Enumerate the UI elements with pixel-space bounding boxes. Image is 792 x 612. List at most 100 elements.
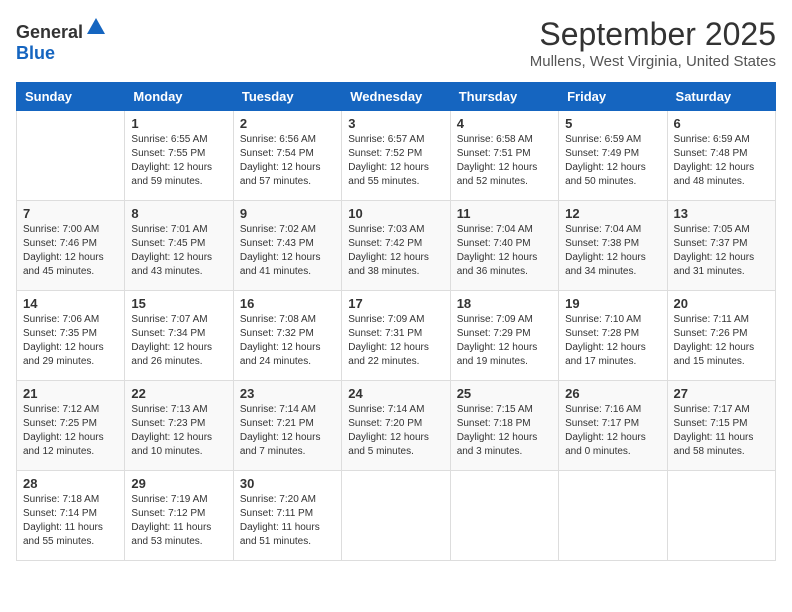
day-info: Sunrise: 7:02 AM Sunset: 7:43 PM Dayligh… bbox=[240, 223, 335, 279]
day-number: 22 bbox=[131, 386, 226, 401]
day-number: 24 bbox=[348, 386, 443, 401]
day-number: 20 bbox=[674, 296, 769, 311]
day-number: 5 bbox=[565, 116, 660, 131]
day-info: Sunrise: 7:13 AM Sunset: 7:23 PM Dayligh… bbox=[131, 403, 226, 459]
day-number: 14 bbox=[23, 296, 118, 311]
day-info: Sunrise: 7:04 AM Sunset: 7:38 PM Dayligh… bbox=[565, 223, 660, 279]
calendar-table: SundayMondayTuesdayWednesdayThursdayFrid… bbox=[16, 82, 776, 561]
calendar-cell: 9 Sunrise: 7:02 AM Sunset: 7:43 PM Daylig… bbox=[233, 201, 341, 291]
day-number: 8 bbox=[131, 206, 226, 221]
logo-blue: Blue bbox=[16, 43, 55, 63]
calendar-cell: 3 Sunrise: 6:57 AM Sunset: 7:52 PM Daylig… bbox=[342, 111, 450, 201]
weekday-header-thursday: Thursday bbox=[450, 83, 558, 111]
calendar-cell: 29Sunrise: 7:19 AM Sunset: 7:12 PM Dayli… bbox=[125, 471, 233, 561]
calendar-cell: 30Sunrise: 7:20 AM Sunset: 7:11 PM Dayli… bbox=[233, 471, 341, 561]
calendar-cell: 2 Sunrise: 6:56 AM Sunset: 7:54 PM Daylig… bbox=[233, 111, 341, 201]
day-info: Sunrise: 7:06 AM Sunset: 7:35 PM Dayligh… bbox=[23, 313, 118, 369]
day-info: Sunrise: 6:59 AM Sunset: 7:49 PM Dayligh… bbox=[565, 133, 660, 189]
day-number: 26 bbox=[565, 386, 660, 401]
weekday-header-sunday: Sunday bbox=[17, 83, 125, 111]
day-info: Sunrise: 7:16 AM Sunset: 7:17 PM Dayligh… bbox=[565, 403, 660, 459]
day-number: 9 bbox=[240, 206, 335, 221]
day-info: Sunrise: 6:55 AM Sunset: 7:55 PM Dayligh… bbox=[131, 133, 226, 189]
day-number: 4 bbox=[457, 116, 552, 131]
day-number: 3 bbox=[348, 116, 443, 131]
calendar-cell: 15 Sunrise: 7:07 AM Sunset: 7:34 PM Dayli… bbox=[125, 291, 233, 381]
calendar-cell: 12 Sunrise: 7:04 AM Sunset: 7:38 PM Dayli… bbox=[559, 201, 667, 291]
day-info: Sunrise: 7:04 AM Sunset: 7:40 PM Dayligh… bbox=[457, 223, 552, 279]
weekday-header-friday: Friday bbox=[559, 83, 667, 111]
day-info: Sunrise: 7:15 AM Sunset: 7:18 PM Dayligh… bbox=[457, 403, 552, 459]
day-info: Sunrise: 7:08 AM Sunset: 7:32 PM Dayligh… bbox=[240, 313, 335, 369]
day-number: 13 bbox=[674, 206, 769, 221]
calendar-cell bbox=[17, 111, 125, 201]
day-info: Sunrise: 7:05 AM Sunset: 7:37 PM Dayligh… bbox=[674, 223, 769, 279]
month-title: September 2025 bbox=[530, 16, 776, 53]
day-number: 18 bbox=[457, 296, 552, 311]
day-info: Sunrise: 7:14 AM Sunset: 7:20 PM Dayligh… bbox=[348, 403, 443, 459]
day-info: Sunrise: 6:56 AM Sunset: 7:54 PM Dayligh… bbox=[240, 133, 335, 189]
day-info: Sunrise: 7:07 AM Sunset: 7:34 PM Dayligh… bbox=[131, 313, 226, 369]
calendar-cell: 4 Sunrise: 6:58 AM Sunset: 7:51 PM Daylig… bbox=[450, 111, 558, 201]
day-info: Sunrise: 7:03 AM Sunset: 7:42 PM Dayligh… bbox=[348, 223, 443, 279]
day-number: 6 bbox=[674, 116, 769, 131]
day-info: Sunrise: 7:11 AM Sunset: 7:26 PM Dayligh… bbox=[674, 313, 769, 369]
week-row-3: 14 Sunrise: 7:06 AM Sunset: 7:35 PM Dayli… bbox=[17, 291, 776, 381]
day-number: 10 bbox=[348, 206, 443, 221]
day-number: 25 bbox=[457, 386, 552, 401]
logo-general: General bbox=[16, 22, 83, 42]
calendar-cell: 13 Sunrise: 7:05 AM Sunset: 7:37 PM Dayli… bbox=[667, 201, 775, 291]
week-row-5: 28 Sunrise: 7:18 AM Sunset: 7:14 PM Dayli… bbox=[17, 471, 776, 561]
calendar-cell: 20 Sunrise: 7:11 AM Sunset: 7:26 PM Dayli… bbox=[667, 291, 775, 381]
day-number: 15 bbox=[131, 296, 226, 311]
calendar-cell bbox=[450, 471, 558, 561]
calendar-cell: 21Sunrise: 7:12 AM Sunset: 7:25 PM Dayli… bbox=[17, 381, 125, 471]
calendar-cell: 17 Sunrise: 7:09 AM Sunset: 7:31 PM Dayli… bbox=[342, 291, 450, 381]
day-info: Sunrise: 7:00 AM Sunset: 7:46 PM Dayligh… bbox=[23, 223, 118, 279]
day-info: Sunrise: 6:58 AM Sunset: 7:51 PM Dayligh… bbox=[457, 133, 552, 189]
calendar-cell: 14 Sunrise: 7:06 AM Sunset: 7:35 PM Dayli… bbox=[17, 291, 125, 381]
weekday-header-tuesday: Tuesday bbox=[233, 83, 341, 111]
calendar-cell: 7 Sunrise: 7:00 AM Sunset: 7:46 PM Daylig… bbox=[17, 201, 125, 291]
day-info: Sunrise: 7:10 AM Sunset: 7:28 PM Dayligh… bbox=[565, 313, 660, 369]
calendar-cell: 23Sunrise: 7:14 AM Sunset: 7:21 PM Dayli… bbox=[233, 381, 341, 471]
calendar-cell bbox=[559, 471, 667, 561]
day-number: 7 bbox=[23, 206, 118, 221]
calendar-cell bbox=[667, 471, 775, 561]
day-number: 16 bbox=[240, 296, 335, 311]
day-info: Sunrise: 7:20 AM Sunset: 7:11 PM Dayligh… bbox=[240, 493, 335, 549]
week-row-4: 21Sunrise: 7:12 AM Sunset: 7:25 PM Dayli… bbox=[17, 381, 776, 471]
day-number: 23 bbox=[240, 386, 335, 401]
logo-icon bbox=[85, 16, 107, 38]
day-number: 2 bbox=[240, 116, 335, 131]
day-info: Sunrise: 7:17 AM Sunset: 7:15 PM Dayligh… bbox=[674, 403, 769, 459]
day-number: 12 bbox=[565, 206, 660, 221]
calendar-cell: 11 Sunrise: 7:04 AM Sunset: 7:40 PM Dayli… bbox=[450, 201, 558, 291]
day-info: Sunrise: 7:18 AM Sunset: 7:14 PM Dayligh… bbox=[23, 493, 118, 549]
calendar-cell: 16 Sunrise: 7:08 AM Sunset: 7:32 PM Dayli… bbox=[233, 291, 341, 381]
weekday-header-monday: Monday bbox=[125, 83, 233, 111]
day-number: 28 bbox=[23, 476, 118, 491]
calendar-cell: 1Sunrise: 6:55 AM Sunset: 7:55 PM Daylig… bbox=[125, 111, 233, 201]
week-row-2: 7 Sunrise: 7:00 AM Sunset: 7:46 PM Daylig… bbox=[17, 201, 776, 291]
calendar-cell: 10 Sunrise: 7:03 AM Sunset: 7:42 PM Dayli… bbox=[342, 201, 450, 291]
day-number: 17 bbox=[348, 296, 443, 311]
calendar-cell: 22 Sunrise: 7:13 AM Sunset: 7:23 PM Dayli… bbox=[125, 381, 233, 471]
calendar-cell: 8Sunrise: 7:01 AM Sunset: 7:45 PM Daylig… bbox=[125, 201, 233, 291]
calendar-cell: 18 Sunrise: 7:09 AM Sunset: 7:29 PM Dayli… bbox=[450, 291, 558, 381]
calendar-cell bbox=[342, 471, 450, 561]
day-number: 21 bbox=[23, 386, 118, 401]
day-info: Sunrise: 6:57 AM Sunset: 7:52 PM Dayligh… bbox=[348, 133, 443, 189]
calendar-cell: 5 Sunrise: 6:59 AM Sunset: 7:49 PM Daylig… bbox=[559, 111, 667, 201]
calendar-cell: 28 Sunrise: 7:18 AM Sunset: 7:14 PM Dayli… bbox=[17, 471, 125, 561]
day-info: Sunrise: 6:59 AM Sunset: 7:48 PM Dayligh… bbox=[674, 133, 769, 189]
calendar-cell: 25 Sunrise: 7:15 AM Sunset: 7:18 PM Dayli… bbox=[450, 381, 558, 471]
location: Mullens, West Virginia, United States bbox=[530, 53, 776, 70]
logo: General Blue bbox=[16, 16, 107, 64]
day-info: Sunrise: 7:09 AM Sunset: 7:31 PM Dayligh… bbox=[348, 313, 443, 369]
day-info: Sunrise: 7:09 AM Sunset: 7:29 PM Dayligh… bbox=[457, 313, 552, 369]
day-number: 11 bbox=[457, 206, 552, 221]
calendar-cell: 19Sunrise: 7:10 AM Sunset: 7:28 PM Dayli… bbox=[559, 291, 667, 381]
title-section: September 2025 Mullens, West Virginia, U… bbox=[530, 16, 776, 70]
week-row-1: 1Sunrise: 6:55 AM Sunset: 7:55 PM Daylig… bbox=[17, 111, 776, 201]
